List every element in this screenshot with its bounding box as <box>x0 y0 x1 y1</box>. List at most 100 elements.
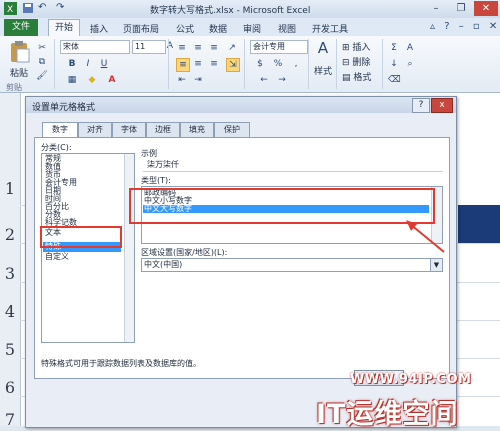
cut-icon[interactable]: ✂ <box>36 42 48 54</box>
copy-icon[interactable]: ⧉ <box>36 56 48 68</box>
annotation-box-category <box>40 226 122 248</box>
tab-protection[interactable]: 保护 <box>214 122 250 137</box>
clear-icon[interactable]: ⌫ <box>388 74 401 86</box>
annotation-box-type <box>129 188 435 224</box>
dialog-title-bar[interactable]: 设置单元格格式 ? x <box>26 97 456 113</box>
category-scrollbar[interactable] <box>124 154 134 342</box>
align-bottom-icon[interactable]: ≡ <box>208 42 220 54</box>
tab-alignment[interactable]: 对齐 <box>78 122 112 137</box>
tab-formulas[interactable]: 公式 <box>176 22 194 35</box>
wrap-text-icon[interactable]: ⇲ <box>226 58 240 72</box>
autosum-button[interactable]: Σ <box>388 42 400 54</box>
fill-color-icon[interactable]: ◆ <box>86 74 98 86</box>
window-title: 数字转大写格式.xlsx - Microsoft Excel <box>150 6 311 16</box>
currency-button[interactable]: $ <box>254 58 266 70</box>
insert-cells-icon: ⊞ <box>342 43 350 53</box>
decrease-decimal-icon[interactable]: → <box>276 74 288 86</box>
tab-number[interactable]: 数字 <box>42 122 78 138</box>
redo-icon[interactable]: ↷ <box>56 2 64 15</box>
orientation-icon[interactable]: ↗ <box>226 42 238 54</box>
underline-button[interactable]: U <box>98 58 110 70</box>
sample-value: 柒万柒仟 <box>147 160 179 169</box>
tab-font[interactable]: 字体 <box>112 122 146 137</box>
restore-icon[interactable]: ❐ <box>449 1 473 16</box>
row-number[interactable]: 3 <box>0 264 20 283</box>
annotation-arrow-icon <box>406 220 445 253</box>
paste-button[interactable]: 粘贴 <box>10 66 28 79</box>
align-left-icon[interactable]: ≡ <box>176 58 190 72</box>
svg-text:X: X <box>7 5 13 15</box>
tab-insert[interactable]: 插入 <box>90 22 108 35</box>
window-minimize-icon[interactable]: – <box>459 21 464 32</box>
increase-indent-icon[interactable]: ⇥ <box>192 74 204 86</box>
percent-button[interactable]: % <box>272 58 284 70</box>
excel-icon: X <box>4 2 17 15</box>
category-item[interactable]: 自定义 <box>45 252 69 262</box>
tab-view[interactable]: 视图 <box>278 22 296 35</box>
sample-divider <box>143 171 443 172</box>
window-close-icon[interactable]: ✕ <box>489 21 497 32</box>
row-headers <box>0 93 21 426</box>
tab-fill[interactable]: 填充 <box>180 122 214 137</box>
watermark-url: WWW.94IP.COM <box>350 372 472 387</box>
find-icon[interactable]: ⌕ <box>404 58 416 70</box>
format-cells-button[interactable]: ▤ 格式 <box>342 70 371 83</box>
tab-file[interactable]: 文件 <box>4 19 38 36</box>
row-number[interactable]: 6 <box>0 378 20 397</box>
tab-review[interactable]: 审阅 <box>243 22 261 35</box>
align-top-icon[interactable]: ≡ <box>176 42 188 54</box>
fill-icon[interactable]: ↓ <box>388 58 400 70</box>
insert-cells-label: 插入 <box>352 43 371 53</box>
row-number[interactable]: 5 <box>0 340 20 359</box>
filled-cell[interactable] <box>458 205 500 243</box>
format-cells-icon: ▤ <box>342 73 351 83</box>
sort-filter-button[interactable]: A <box>404 42 416 54</box>
comma-style-icon[interactable]: , <box>290 58 302 70</box>
locale-value: 中文(中国) <box>144 260 183 269</box>
watermark-text: IT运维空间 <box>316 399 459 430</box>
tab-developer[interactable]: 开发工具 <box>312 22 348 35</box>
ribbon: 粘贴 ✂ ⧉ 🖌 剪贴 宋体 11 A B I U ▦ ◆ A ≡ ≡ ≡ ↗ … <box>0 36 500 93</box>
tab-border[interactable]: 边框 <box>146 122 180 137</box>
align-middle-icon[interactable]: ≡ <box>192 42 204 54</box>
close-icon[interactable]: ✕ <box>474 1 498 16</box>
category-list[interactable]: 常规 数值 货币 会计专用 日期 时间 百分比 分数 科学记数 文本 特殊 自定… <box>41 153 135 343</box>
grow-font-icon[interactable]: A <box>164 40 176 52</box>
styles-button[interactable]: 样式 <box>314 64 332 77</box>
bold-button[interactable]: B <box>66 58 78 70</box>
delete-cells-button[interactable]: ⊟ 删除 <box>342 55 370 68</box>
increase-decimal-icon[interactable]: ← <box>258 74 270 86</box>
format-painter-icon[interactable]: 🖌 <box>36 70 48 82</box>
font-color-icon[interactable]: A <box>106 74 118 86</box>
styles-icon[interactable]: A <box>314 41 332 60</box>
help-icon[interactable]: ? <box>444 21 449 32</box>
row-number[interactable]: 7 <box>0 410 20 429</box>
align-center-icon[interactable]: ≡ <box>192 58 204 70</box>
type-label: 类型(T): <box>141 176 171 185</box>
decrease-indent-icon[interactable]: ⇤ <box>176 74 188 86</box>
dialog-close-button[interactable]: x <box>431 98 453 113</box>
font-name-select[interactable]: 宋体 <box>60 40 130 54</box>
tab-data[interactable]: 数据 <box>209 22 227 35</box>
minimize-icon[interactable]: – <box>424 1 448 16</box>
align-right-icon[interactable]: ≡ <box>208 58 220 70</box>
row-number[interactable]: 1 <box>0 179 20 198</box>
undo-icon[interactable]: ↶ <box>38 2 46 15</box>
insert-cells-button[interactable]: ⊞ 插入 <box>342 40 370 53</box>
row-number[interactable]: 2 <box>0 225 20 244</box>
save-icon[interactable] <box>22 2 34 15</box>
dialog-help-button[interactable]: ? <box>412 98 430 113</box>
minimize-ribbon-icon[interactable]: ▵ <box>430 21 435 32</box>
ribbon-controls: ▵ ? – ▫ ✕ <box>430 21 497 32</box>
border-icon[interactable]: ▦ <box>66 74 78 86</box>
chevron-down-icon[interactable]: ▼ <box>430 259 442 271</box>
font-size-select[interactable]: 11 <box>132 40 166 54</box>
window-restore-icon[interactable]: ▫ <box>473 21 480 32</box>
row-number[interactable]: 4 <box>0 302 20 321</box>
locale-select[interactable]: 中文(中国) ▼ <box>141 258 443 272</box>
paste-icon[interactable] <box>8 40 32 64</box>
italic-button[interactable]: I <box>82 58 94 70</box>
tab-page-layout[interactable]: 页面布局 <box>123 22 159 35</box>
clipboard-group-label: 剪贴 <box>6 83 22 92</box>
number-format-select[interactable]: 会计专用 <box>250 40 308 54</box>
